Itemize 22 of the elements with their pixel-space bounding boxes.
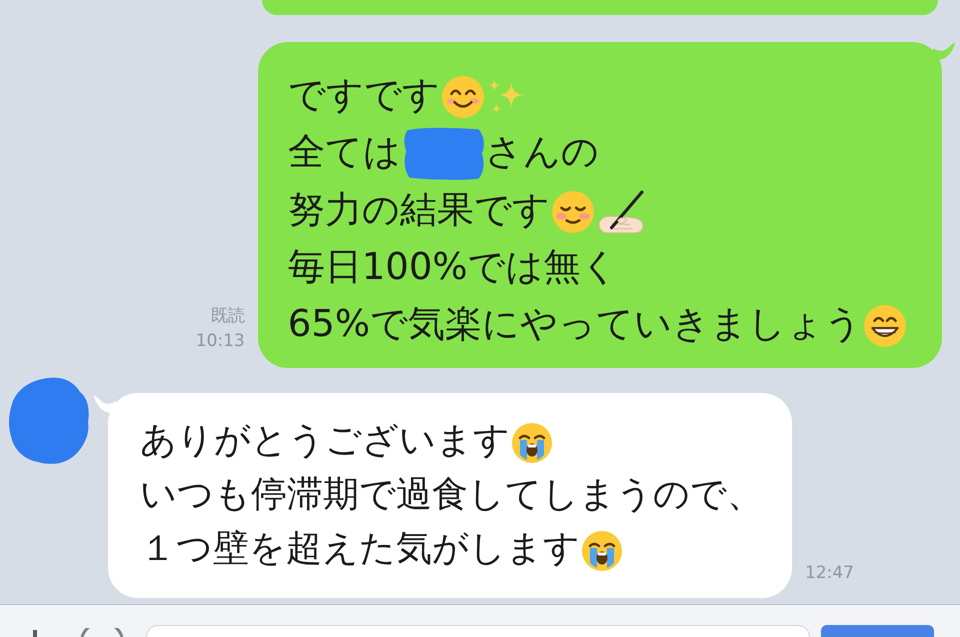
crying-face-icon xyxy=(582,530,622,571)
message-text: １つ壁を超えた気がします xyxy=(140,528,580,570)
message-text: さんの xyxy=(484,130,599,173)
blushing-face-icon xyxy=(552,191,594,234)
writing-hand-icon xyxy=(598,190,644,234)
grinning-face-icon xyxy=(864,305,906,348)
read-receipt: 既読 xyxy=(210,305,245,328)
message-text: 努力の結果です xyxy=(288,188,550,232)
timestamp: 10:13 xyxy=(196,330,245,354)
message-text: 全ては xyxy=(288,130,401,173)
crying-face-icon xyxy=(512,422,552,463)
send-button[interactable] xyxy=(821,625,934,637)
timestamp: 12:47 xyxy=(805,562,854,586)
message-text: 65%で気楽にやっていきましょう xyxy=(288,302,862,346)
smiling-face-icon xyxy=(442,76,484,118)
message-input-field[interactable] xyxy=(146,625,810,637)
message-text: ですです xyxy=(288,73,440,116)
message-text: 毎日100%では無く xyxy=(288,245,619,288)
plus-icon[interactable] xyxy=(33,630,37,637)
sparkles-icon xyxy=(488,79,525,114)
message-text: いつも停滞期で過食してしまうので、 xyxy=(140,474,763,516)
message-text: ありがとうございます xyxy=(140,420,510,462)
